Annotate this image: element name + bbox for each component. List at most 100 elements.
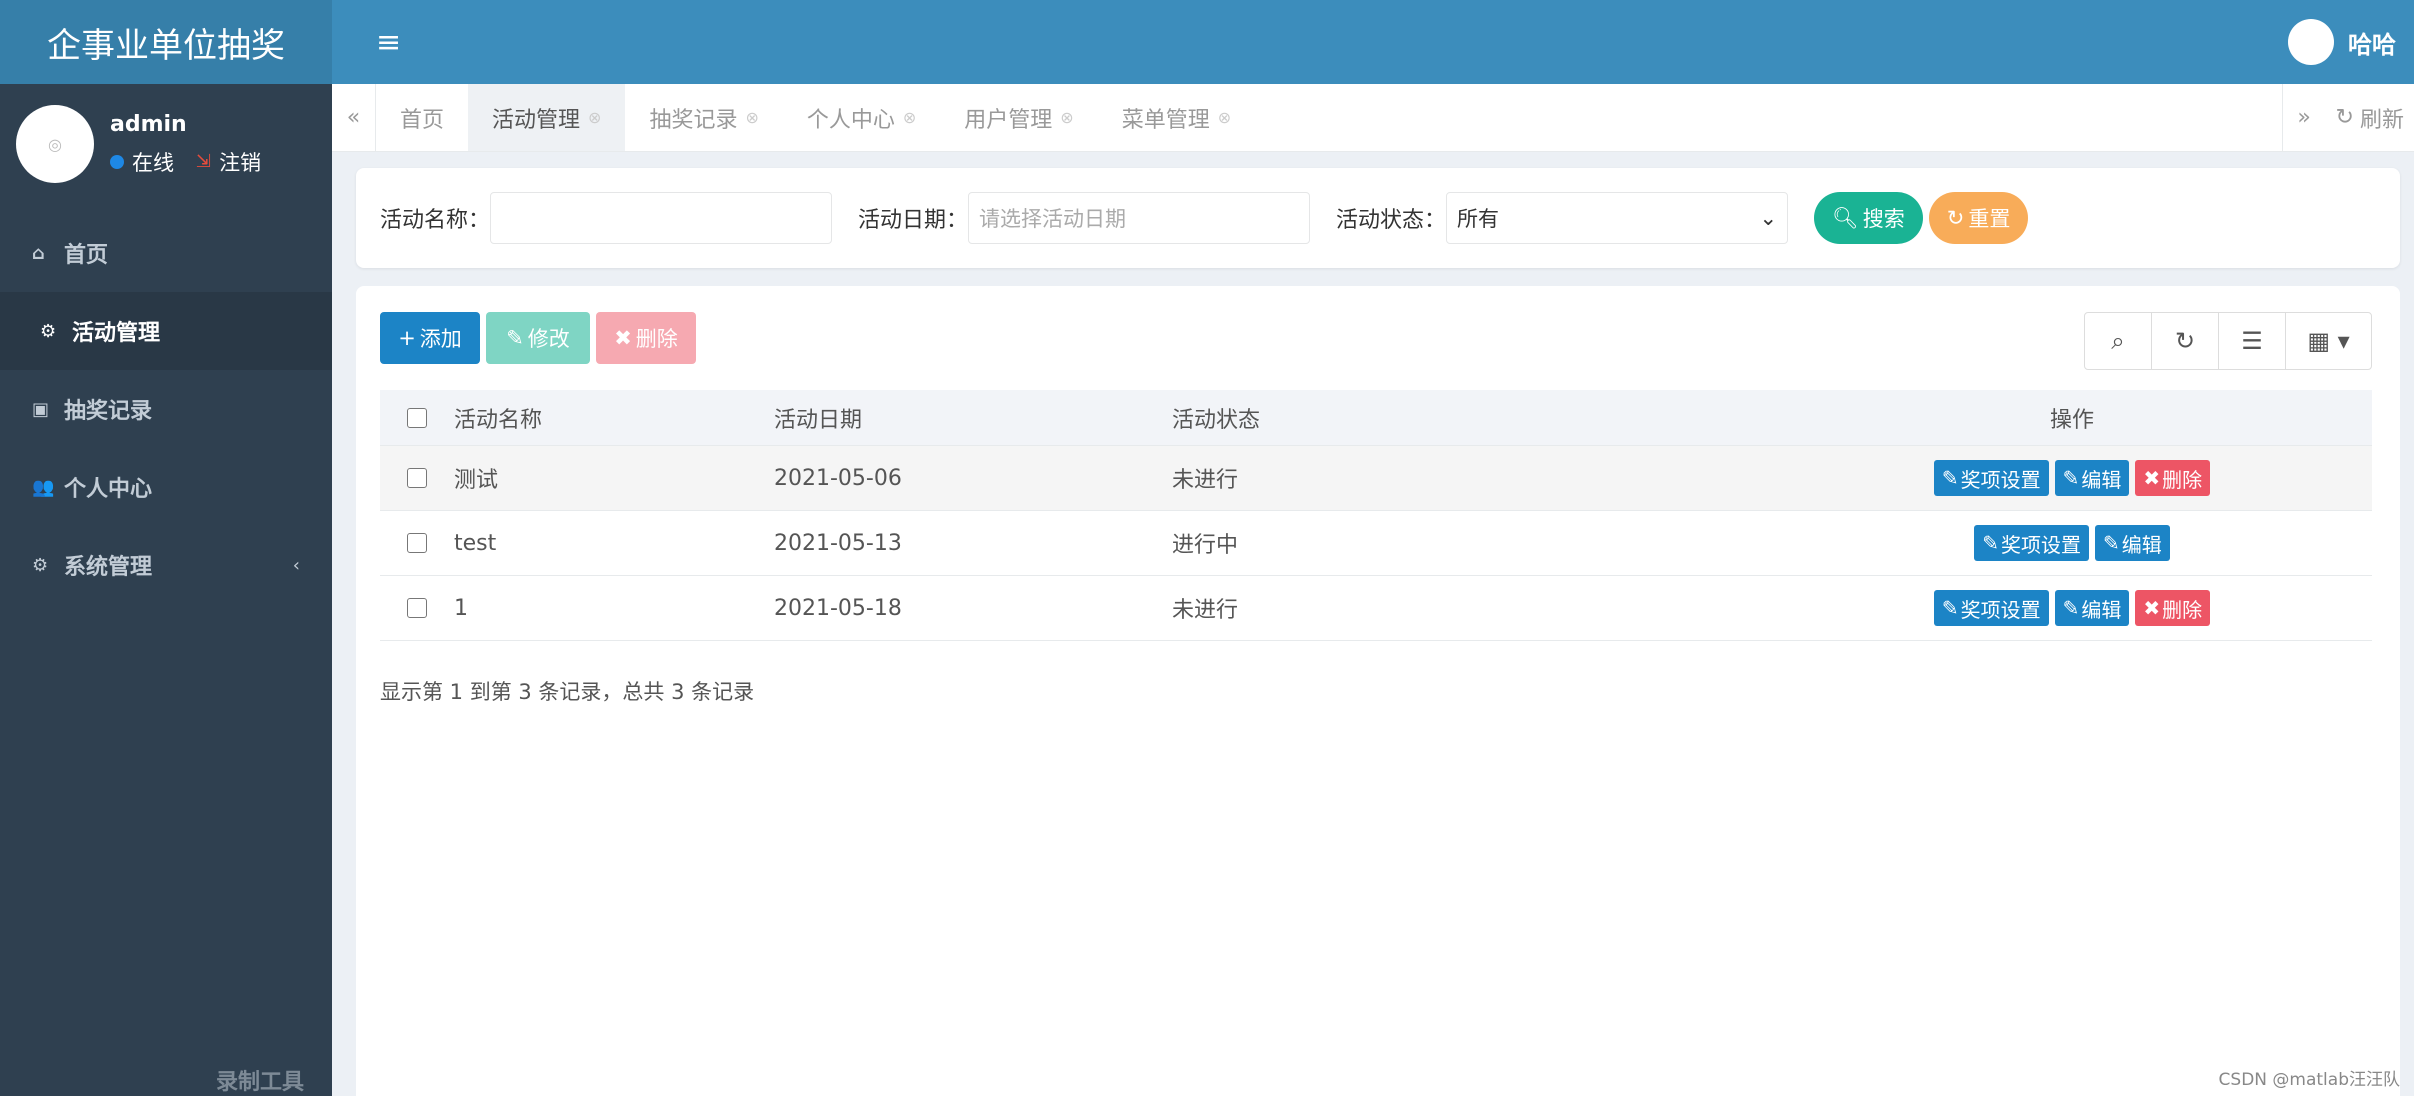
row-edit-button[interactable]: ✎ 编辑 — [2054, 460, 2130, 496]
watermark: CSDN @matlab汪汪队 — [2218, 1070, 2400, 1090]
row-checkbox[interactable] — [407, 533, 427, 553]
prize-settings-button[interactable]: ✎ 奖项设置 — [1974, 525, 2089, 561]
users-icon: 👥 — [32, 476, 55, 498]
cell-status: 未进行 — [1172, 468, 1239, 493]
cell-date: 2021-05-18 — [774, 595, 902, 621]
edit-icon: ✎ — [506, 326, 524, 350]
close-icon: ✖ — [2143, 466, 2161, 490]
table-row[interactable]: 测试 2021-05-06 未进行 ✎ 奖项设置 ✎ 编辑 ✖ 删除 — [380, 446, 2372, 511]
search-panel: 活动名称： 活动日期： 请选择活动日期 活动状态： 所有 ⌄ 🔍︎ 搜索 ↻ 重… — [356, 168, 2400, 268]
online-status: 在线 — [132, 150, 174, 175]
col-header-ops: 操作 — [2049, 407, 2094, 433]
close-icon[interactable]: ⊗ — [1218, 108, 1231, 127]
calendar-icon: ▣ — [32, 398, 50, 420]
recording-tool-label: 录制工具 — [215, 1070, 304, 1095]
row-checkbox[interactable] — [407, 598, 427, 618]
cell-name: test — [454, 530, 497, 556]
user-name: admin — [110, 111, 187, 137]
row-delete-button[interactable]: ✖ 删除 — [2135, 590, 2211, 626]
reset-button[interactable]: ↻ 重置 — [1928, 192, 2029, 244]
select-all-checkbox[interactable] — [407, 407, 427, 428]
tab-scroll-right-icon[interactable]: » — [2281, 84, 2326, 151]
list-icon[interactable]: ☰ — [2219, 313, 2286, 369]
activity-name-input[interactable] — [490, 192, 833, 244]
sidebar-item-system[interactable]: ⚙ 系统管理 ‹ — [0, 526, 332, 604]
activity-date-label: 活动日期： — [858, 208, 969, 233]
tab-activity[interactable]: 活动管理 ⊗ — [468, 84, 626, 151]
cogs-icon: ⚙ — [40, 320, 57, 342]
table-row[interactable]: test 2021-05-13 进行中 ✎ 奖项设置 ✎ 编辑 — [380, 511, 2372, 576]
edit-icon: ✎ — [2062, 466, 2080, 490]
close-icon[interactable]: ⊗ — [1060, 108, 1073, 127]
header-avatar — [2288, 19, 2334, 65]
col-header-status: 活动状态 — [1172, 407, 1261, 433]
cell-status: 未进行 — [1172, 598, 1239, 623]
tab-lottery-records[interactable]: 抽奖记录 ⊗ — [625, 84, 782, 151]
activity-date-input[interactable]: 请选择活动日期 — [968, 192, 1311, 244]
header-user-name: 哈哈 — [2348, 30, 2396, 59]
edit-icon: ✎ — [2062, 596, 2080, 620]
add-button[interactable]: + 添加 — [380, 312, 480, 364]
edit-icon: ✎ — [1941, 466, 1959, 490]
header-user[interactable]: 哈哈 — [2288, 19, 2396, 65]
tab-home[interactable]: 首页 — [376, 84, 468, 151]
close-icon[interactable]: ⊗ — [903, 108, 916, 127]
plus-icon: + — [398, 326, 416, 350]
edit-icon: ✎ — [1941, 596, 1959, 620]
cell-date: 2021-05-13 — [774, 530, 902, 556]
search-icon: 🔍︎ — [1832, 205, 1859, 230]
close-icon: ✖ — [614, 326, 632, 350]
chevron-down-icon: ⌄ — [1759, 206, 1778, 230]
col-header-name: 活动名称 — [454, 407, 543, 433]
activity-status-label: 活动状态： — [1336, 208, 1447, 233]
sidebar-menu: ⌂ 首页 ⚙ 活动管理 ▣ 抽奖记录 👥 个人中心 ⚙ 系统管理 ‹ — [0, 214, 332, 604]
sidebar-item-lottery-records[interactable]: ▣ 抽奖记录 — [0, 370, 332, 448]
home-icon: ⌂ — [32, 242, 45, 264]
menu-toggle-icon[interactable]: ≡ — [376, 25, 401, 60]
prize-settings-button[interactable]: ✎ 奖项设置 — [1933, 590, 2049, 626]
edit-button[interactable]: ✎ 修改 — [486, 312, 590, 364]
chevron-left-icon: ‹ — [292, 554, 300, 576]
top-header: ≡ 哈哈 — [332, 0, 2414, 84]
gear-icon: ⚙ — [32, 554, 49, 576]
delete-button[interactable]: ✖ 删除 — [596, 312, 696, 364]
table-panel: + 添加 ✎ 修改 ✖ 删除 ⌕ ↻ ☰ ▦ ▾ 活动名称 活动日期 活动状态 … — [356, 286, 2400, 1096]
online-dot-icon — [110, 154, 124, 169]
edit-icon: ✎ — [2103, 531, 2120, 555]
sidebar-item-home[interactable]: ⌂ 首页 — [0, 214, 332, 292]
close-icon: ✖ — [2143, 596, 2161, 620]
prize-settings-button[interactable]: ✎ 奖项设置 — [1933, 460, 2049, 496]
tab-user-management[interactable]: 用户管理 ⊗ — [940, 84, 1097, 151]
activity-status-select[interactable]: 所有 ⌄ — [1446, 192, 1789, 244]
cell-name: 测试 — [454, 468, 499, 493]
logout-link[interactable]: 注销 — [219, 147, 261, 177]
edit-icon: ✎ — [1982, 531, 1999, 555]
activity-name-label: 活动名称： — [380, 208, 491, 233]
search-button[interactable]: 🔍︎ 搜索 — [1814, 192, 1923, 244]
tab-menu-management[interactable]: 菜单管理 ⊗ — [1098, 84, 1255, 151]
cell-date: 2021-05-06 — [774, 465, 902, 491]
search-icon[interactable]: ⌕ — [2085, 313, 2152, 369]
table-row[interactable]: 1 2021-05-18 未进行 ✎ 奖项设置 ✎ 编辑 ✖ 删除 — [380, 576, 2372, 641]
tab-profile[interactable]: 个人中心 ⊗ — [783, 84, 940, 151]
sidebar-item-activity[interactable]: ⚙ 活动管理 — [0, 292, 332, 370]
refresh-icon: ↻ — [2335, 105, 2354, 130]
tab-scroll-left-icon[interactable]: « — [332, 84, 376, 151]
table-tools: ⌕ ↻ ☰ ▦ ▾ — [2084, 312, 2372, 370]
row-delete-button[interactable]: ✖ 删除 — [2135, 460, 2211, 496]
cell-status: 进行中 — [1172, 533, 1239, 558]
logout-icon[interactable]: ⇲ — [196, 151, 211, 172]
tab-bar: « 首页 活动管理 ⊗ 抽奖记录 ⊗ 个人中心 ⊗ 用户管理 ⊗ 菜单管理 ⊗ … — [332, 84, 2414, 152]
columns-icon[interactable]: ▦ ▾ — [2286, 313, 2371, 369]
close-icon[interactable]: ⊗ — [745, 108, 758, 127]
row-checkbox[interactable] — [407, 468, 427, 488]
row-edit-button[interactable]: ✎ 编辑 — [2054, 590, 2130, 626]
pagination-info: 显示第 1 到第 3 条记录，总共 3 条记录 — [380, 680, 755, 704]
close-icon[interactable]: ⊗ — [588, 108, 601, 127]
table-header: 活动名称 活动日期 活动状态 操作 — [380, 390, 2372, 446]
refresh-icon[interactable]: ↻ — [2152, 313, 2219, 369]
refresh-button[interactable]: ↻ 刷新 — [2326, 84, 2414, 151]
sidebar-item-profile[interactable]: 👥 个人中心 — [0, 448, 332, 526]
row-edit-button[interactable]: ✎ 编辑 — [2095, 525, 2170, 561]
user-avatar: ◎ — [16, 105, 94, 183]
